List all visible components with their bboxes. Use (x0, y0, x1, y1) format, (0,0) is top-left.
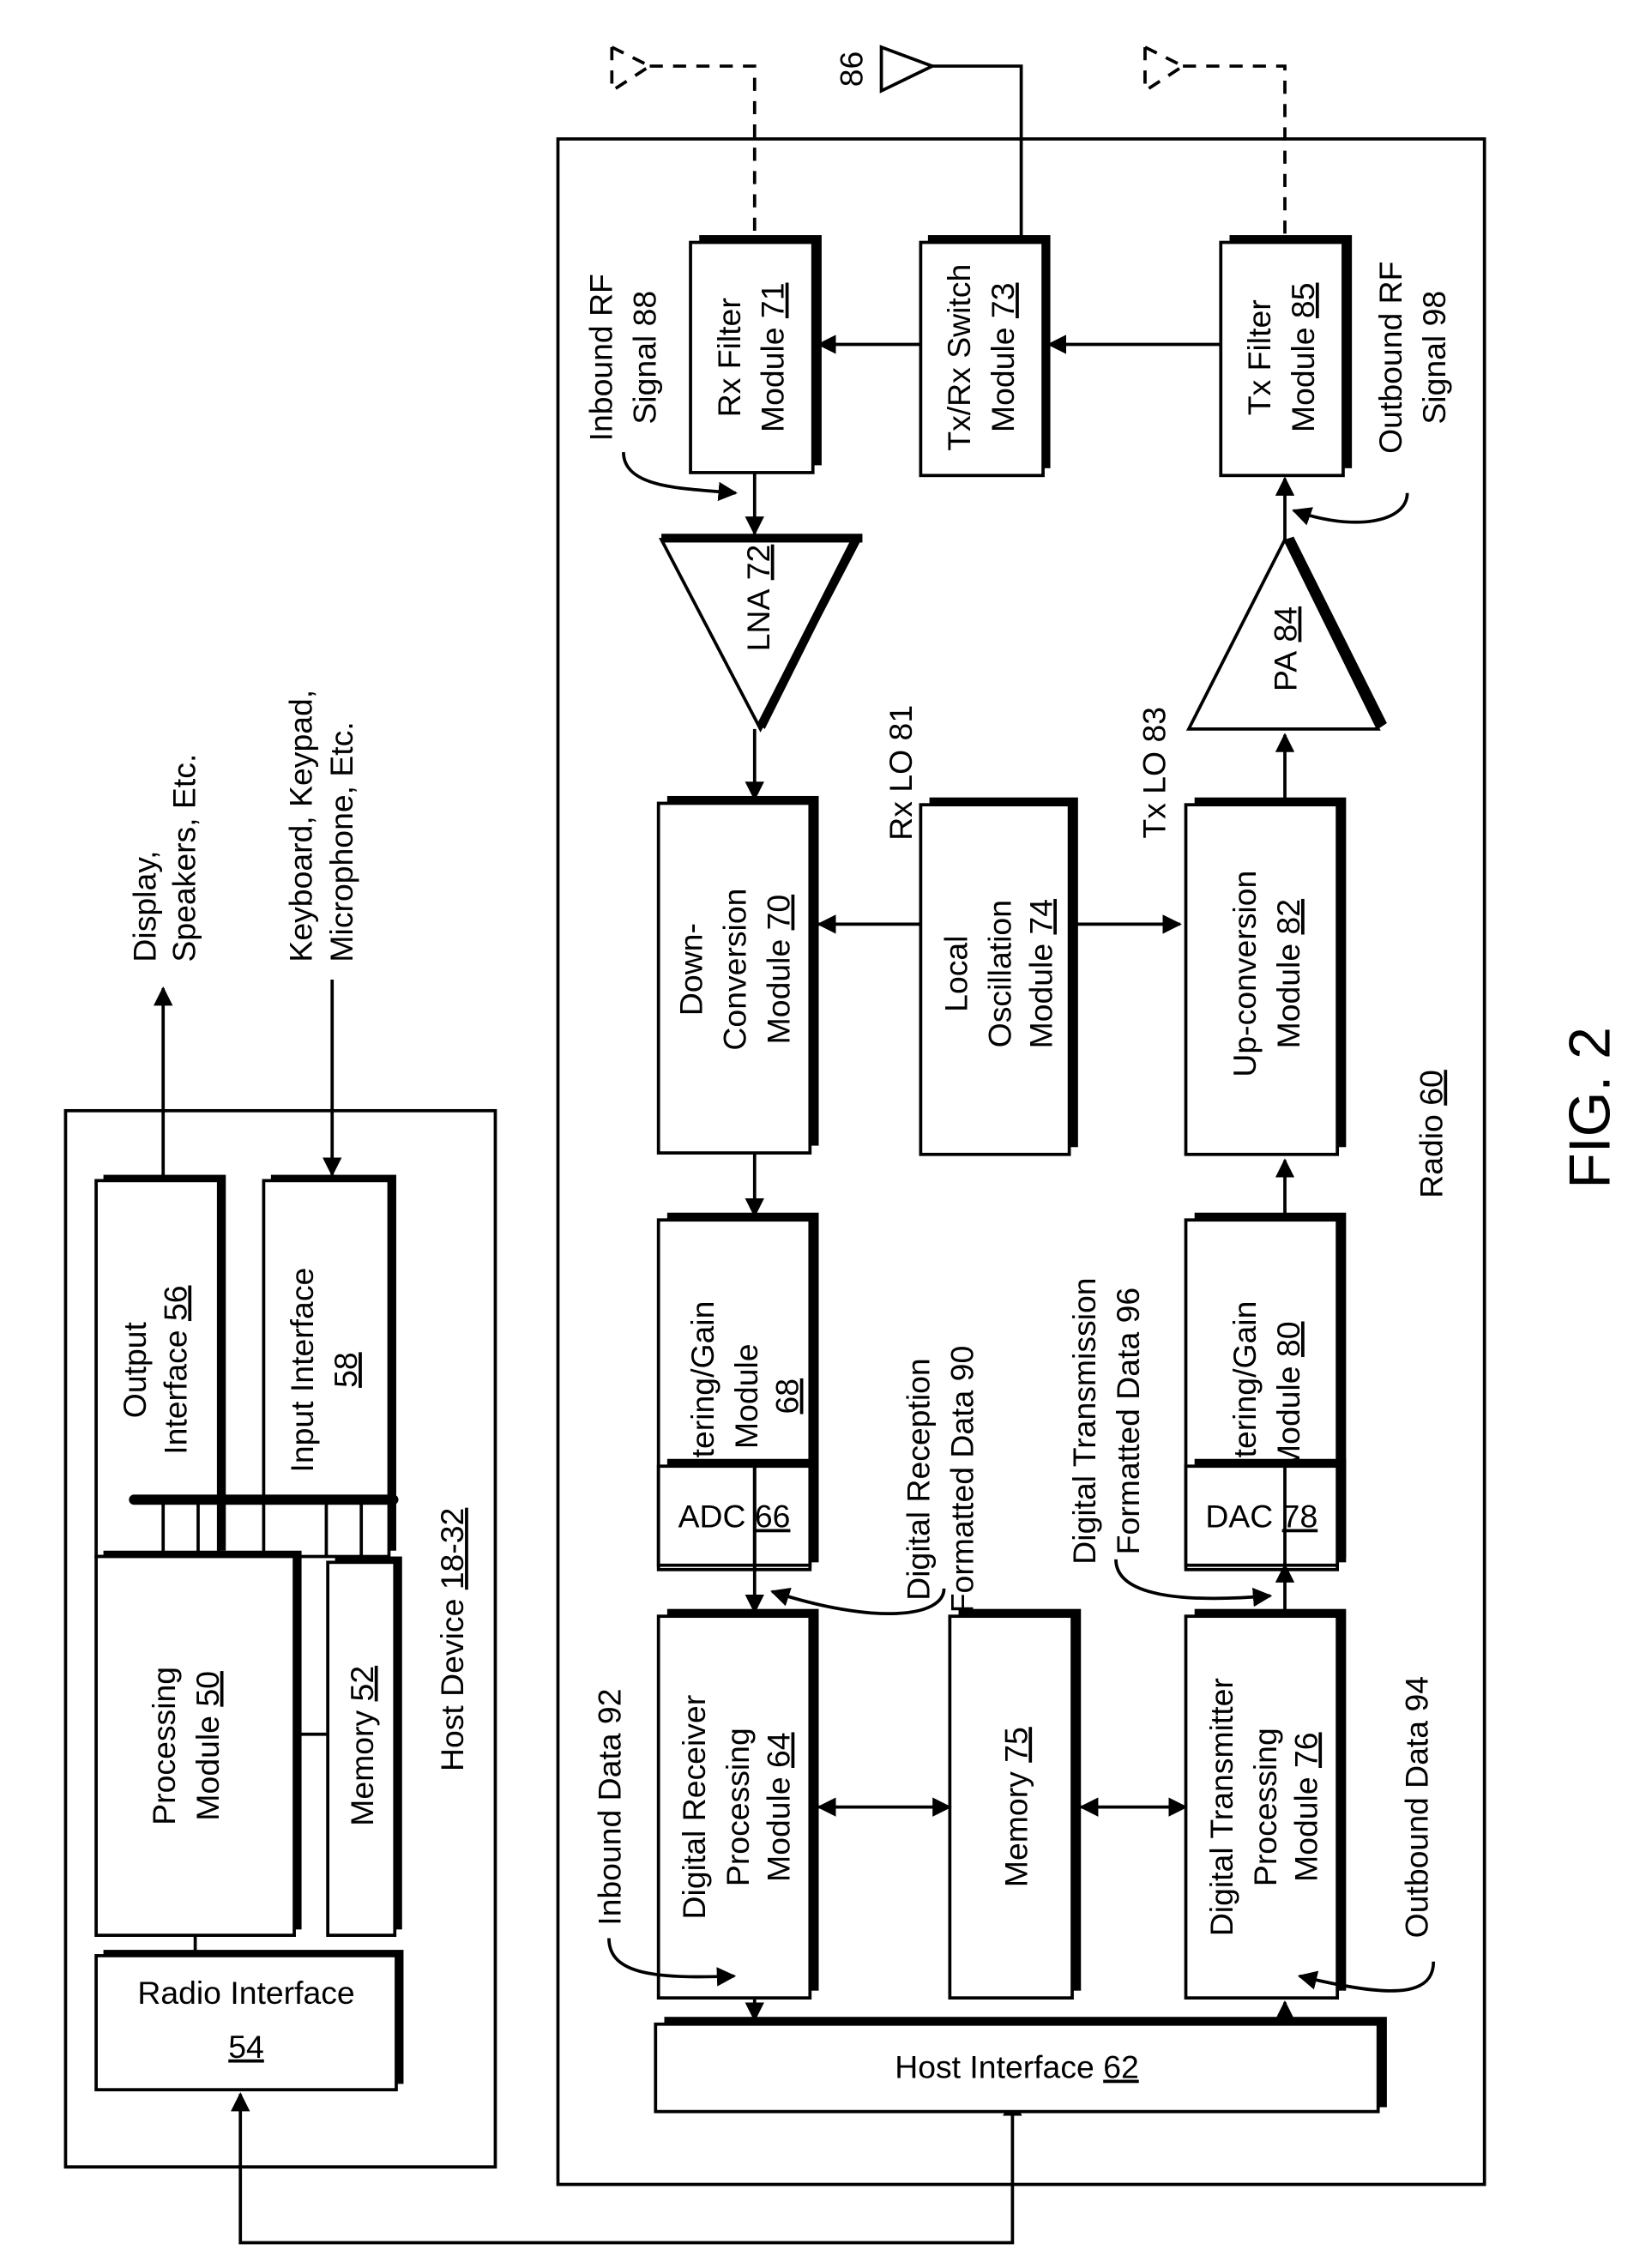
svg-text:Up-conversion: Up-conversion (1227, 871, 1263, 1077)
lna-block: LNA 72 (658, 534, 863, 733)
svg-text:Module 80: Module 80 (1270, 1321, 1306, 1470)
tx-antenna-dashed-icon (1143, 45, 1287, 241)
radio-label: Radio 60 (1413, 1070, 1449, 1198)
svg-text:Oscillation: Oscillation (982, 900, 1018, 1047)
svg-text:Radio Interface: Radio Interface (137, 1975, 354, 2011)
svg-text:54: 54 (228, 2029, 264, 2065)
svg-text:68: 68 (769, 1378, 805, 1414)
tx-filter-module-block: Tx Filter Module 85 (1219, 235, 1353, 478)
antenna-86-icon: 86 (833, 45, 1023, 241)
svg-text:Digital Receiver: Digital Receiver (676, 1695, 712, 1920)
svg-text:Tx Filter: Tx Filter (1241, 299, 1277, 415)
svg-text:Speakers, Etc.: Speakers, Etc. (166, 754, 202, 962)
dac-label: DAC 78 (1205, 1499, 1317, 1535)
svg-text:Module 50: Module 50 (190, 1671, 226, 1820)
svg-text:Signal 88: Signal 88 (626, 291, 662, 425)
svg-text:Module 70: Module 70 (761, 895, 797, 1044)
svg-text:Host Interface 62: Host Interface 62 (895, 2049, 1139, 2085)
tx-lo-label: Tx LO 83 (1137, 707, 1173, 839)
input-interface-label: Input Interface (284, 1268, 320, 1473)
output-devices-label: Display, (127, 850, 163, 962)
outbound-rf-label: Outbound RF (1372, 262, 1408, 454)
rx-antenna-dashed-icon (610, 45, 757, 241)
txrx-switch-module-block: Tx/Rx Switch Module 73 (919, 235, 1051, 478)
svg-text:58: 58 (328, 1352, 364, 1388)
svg-text:Local: Local (938, 936, 974, 1012)
svg-text:PA 84: PA 84 (1268, 606, 1304, 691)
digital-reception-label: Digital Reception (901, 1358, 937, 1600)
svg-text:Formatted Data 96: Formatted Data 96 (1110, 1288, 1146, 1554)
pa-block: PA 84 (1185, 535, 1387, 731)
svg-text:Tx/Rx Switch: Tx/Rx Switch (941, 264, 977, 451)
host-memory-block: Memory 52 (326, 1556, 402, 1937)
svg-text:Memory 75: Memory 75 (998, 1727, 1034, 1887)
svg-text:Module 82: Module 82 (1270, 899, 1306, 1048)
svg-text:Module 73: Module 73 (985, 283, 1021, 432)
digital-transmission-label: Digital Transmission (1066, 1277, 1102, 1564)
local-oscillation-module-block: Local Oscillation Module 74 (919, 797, 1078, 1156)
rx-lo-label: Rx LO 81 (883, 705, 919, 841)
svg-text:Processing: Processing (720, 1728, 756, 1886)
outbound-data-label: Outbound Data 94 (1398, 1676, 1434, 1938)
block-diagram: Host Device 18-32 Output Interface 56 In… (63, 45, 1623, 2245)
inbound-data-label: Inbound Data 92 (592, 1689, 628, 1926)
svg-text:Signal 98: Signal 98 (1416, 291, 1452, 425)
down-conversion-module-block: Down- Conversion Module 70 (656, 795, 819, 1155)
processing-module-block: Processing Module 50 (94, 1550, 302, 1937)
svg-text:Module 74: Module 74 (1022, 899, 1058, 1048)
svg-text:Module 76: Module 76 (1287, 1732, 1323, 1881)
svg-text:LNA 72: LNA 72 (740, 545, 776, 652)
input-devices-label: Keyboard, Keypad, (282, 690, 318, 962)
host-interface-block: Host Interface 62 (654, 2017, 1387, 2114)
svg-text:Rx Filter: Rx Filter (711, 298, 747, 417)
digital-transmitter-processing-module-block: Digital Transmitter Processing Module 76 (1184, 1608, 1347, 2000)
adc-label: ADC 66 (678, 1499, 791, 1535)
radio-memory-block: Memory 75 (948, 1608, 1082, 2000)
svg-text:Module: Module (728, 1343, 764, 1449)
svg-text:Conversion: Conversion (717, 889, 753, 1051)
svg-text:86: 86 (833, 51, 869, 87)
radio-interface-block: Radio Interface 54 (94, 1950, 404, 2092)
svg-text:Module 71: Module 71 (755, 283, 791, 432)
svg-text:Processing: Processing (1247, 1728, 1283, 1886)
up-conversion-module-block: Up-conversion Module 82 (1184, 797, 1347, 1156)
svg-text:Digital Transmitter: Digital Transmitter (1203, 1678, 1239, 1936)
svg-text:Down-: Down- (673, 923, 709, 1016)
svg-text:Module 85: Module 85 (1285, 283, 1321, 432)
host-device-label: Host Device 18-32 (434, 1508, 470, 1771)
svg-text:Interface 56: Interface 56 (157, 1285, 193, 1454)
inbound-rf-label: Inbound RF (582, 274, 618, 441)
svg-text:Microphone, Etc.: Microphone, Etc. (323, 721, 359, 962)
svg-text:Processing: Processing (146, 1667, 182, 1825)
svg-text:Formatted Data 90: Formatted Data 90 (944, 1346, 980, 1613)
digital-receiver-processing-module-block: Digital Receiver Processing Module 64 (656, 1608, 819, 2000)
figure-label: FIG. 2 (1559, 1027, 1623, 1189)
svg-text:Module 64: Module 64 (761, 1732, 797, 1881)
rx-filter-module-block: Rx Filter Module 71 (689, 235, 822, 474)
output-interface-label: Output (117, 1321, 153, 1418)
svg-text:Memory 52: Memory 52 (344, 1666, 380, 1826)
